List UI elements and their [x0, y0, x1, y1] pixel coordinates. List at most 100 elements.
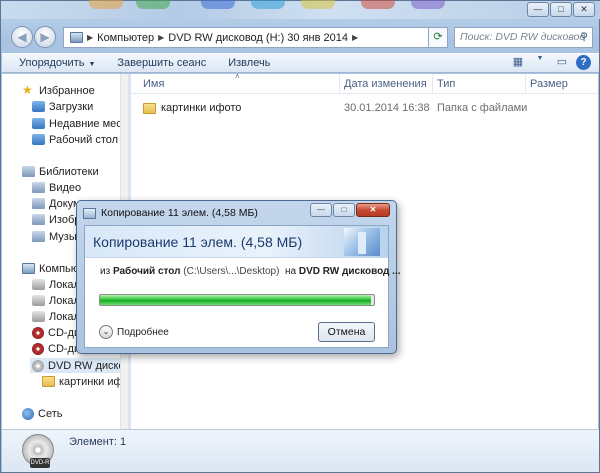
file-name-cell: картинки ифото	[143, 102, 241, 114]
breadcrumb-dvd[interactable]: DVD RW дисковод (H:) 30 янв 2014	[168, 32, 348, 44]
more-details-toggle[interactable]: ⌄ Подробнее	[99, 325, 169, 339]
sidebar-item-subfolder[interactable]: картинки ифото	[42, 374, 128, 389]
explorer-window: — □ ✕ ◀ ▶ ▶ Компьютер ▶ DVD RW дисковод …	[0, 0, 600, 473]
sidebar-item-music[interactable]: Музык	[32, 229, 82, 244]
folder-icon	[143, 102, 156, 114]
refresh-button[interactable]: ⟳	[428, 27, 448, 48]
sidebar-item-label: картинки ифото	[59, 375, 128, 388]
file-type: Папка с файлами	[437, 102, 528, 114]
sidebar-item-computer[interactable]: Компьют	[22, 261, 84, 276]
video-icon	[32, 182, 45, 193]
help-icon[interactable]: ?	[576, 55, 591, 70]
sidebar-item-libraries[interactable]: Библиотеки	[22, 164, 99, 179]
column-size[interactable]: Размер	[530, 78, 568, 90]
sidebar-item-documents[interactable]: Докум	[32, 196, 81, 211]
column-divider[interactable]	[432, 74, 433, 94]
column-name[interactable]: Имя	[143, 78, 164, 90]
forward-button[interactable]: ▶	[34, 26, 56, 48]
progress-fill	[100, 295, 372, 305]
dialog-heading: Копирование 11 элем. (4,58 МБ)	[93, 234, 303, 250]
navigation-row: ◀ ▶ ▶ Компьютер ▶ DVD RW дисковод (H:) 3…	[9, 25, 593, 62]
hard-disk-icon	[32, 295, 45, 306]
sidebar-item-recent[interactable]: Недавние места	[32, 116, 128, 131]
copy-icon	[83, 207, 96, 219]
sidebar-item-favorites[interactable]: ★ Избранное	[22, 83, 95, 98]
cd-drive-icon	[32, 342, 44, 355]
search-icon: ⚲	[580, 31, 588, 43]
sidebar-item-local-disk[interactable]: Локал	[32, 277, 80, 292]
back-button[interactable]: ◀	[11, 26, 33, 48]
desktop-icon	[32, 134, 45, 145]
cancel-button[interactable]: Отмена	[318, 322, 375, 342]
minimize-button[interactable]: —	[527, 2, 549, 17]
sidebar-item-cd-drive[interactable]: CD-ди	[32, 325, 80, 340]
sidebar-item-network[interactable]: Сеть	[22, 406, 62, 421]
more-details-label: Подробнее	[117, 326, 169, 338]
sort-arrow-icon: ˄	[235, 72, 240, 81]
sidebar-item-local-disk[interactable]: Локал	[32, 293, 80, 308]
decorative-light-icon	[358, 232, 366, 254]
sidebar-item-dvd-drive[interactable]: DVD RW дисковод	[30, 358, 128, 373]
column-headers: Имя ˄ Дата изменения Тип Размер	[131, 72, 598, 94]
breadcrumb-separator: ▶	[87, 33, 94, 42]
title-bar: — □ ✕	[1, 0, 600, 19]
hard-disk-icon	[32, 311, 45, 322]
sidebar-item-label: Видео	[49, 181, 82, 194]
to-word: на	[285, 266, 297, 277]
dialog-title-bar: Копирование 11 элем. (4,58 МБ)	[83, 207, 258, 219]
computer-icon	[22, 263, 35, 274]
sidebar-item-local-disk[interactable]: Локал	[32, 309, 80, 324]
column-divider[interactable]	[525, 74, 526, 94]
details-pane: DVD-R Элемент: 1	[2, 429, 599, 472]
computer-small-icon	[70, 32, 83, 43]
downloads-icon	[32, 101, 45, 112]
preview-pane-icon[interactable]: ▭	[554, 55, 570, 70]
star-icon: ★	[22, 83, 33, 97]
music-icon	[32, 231, 45, 242]
table-row[interactable]: картинки ифото 30.01.2014 16:38 Папка с …	[131, 100, 598, 117]
sidebar-item-desktop[interactable]: Рабочий стол	[32, 132, 118, 147]
recent-places-icon	[32, 118, 45, 129]
hard-disk-icon	[32, 279, 45, 290]
sidebar-item-video[interactable]: Видео	[32, 180, 81, 195]
search-input[interactable]: Поиск: DVD RW дисковод ... ⚲	[454, 27, 593, 62]
copy-source-destination: из Рабочий стол (C:\Users\...\Desktop) н…	[100, 266, 401, 277]
dialog-close-button[interactable]: ✕	[356, 203, 390, 217]
column-divider[interactable]	[339, 74, 340, 94]
from-word: из	[100, 266, 111, 277]
dialog-maximize-button[interactable]: □	[333, 203, 355, 217]
folder-icon	[42, 376, 55, 387]
maximize-button[interactable]: □	[550, 2, 572, 17]
cd-drive-icon	[32, 326, 44, 339]
view-options-icon[interactable]: ▦	[510, 55, 526, 70]
sidebar-item-label: Библиотеки	[39, 165, 99, 178]
organize-button[interactable]: Упорядочить ▼	[19, 57, 95, 69]
images-icon	[32, 214, 45, 225]
chevron-down-icon[interactable]: ▼	[532, 55, 548, 70]
to-name[interactable]: DVD RW дисковод ...	[299, 266, 401, 277]
sidebar-item-images[interactable]: Изобр	[32, 212, 80, 227]
item-count: Элемент: 1	[69, 436, 127, 448]
sidebar-item-cd-drive[interactable]: CD-ди	[32, 341, 80, 356]
sidebar-item-label: Недавние места	[49, 117, 128, 130]
close-button[interactable]: ✕	[573, 2, 595, 17]
documents-icon	[32, 198, 45, 209]
burn-session-button[interactable]: Завершить сеанс	[117, 57, 206, 69]
sidebar-item-downloads[interactable]: Загрузки	[32, 99, 93, 114]
breadcrumb-computer[interactable]: Компьютер	[97, 32, 154, 44]
from-name[interactable]: Рабочий стол	[113, 266, 181, 277]
sidebar-item-label: DVD RW дисковод	[48, 359, 128, 372]
column-date[interactable]: Дата изменения	[344, 78, 427, 90]
from-path: (C:\Users\...\Desktop)	[183, 266, 280, 277]
dialog-body: Копирование 11 элем. (4,58 МБ) из Рабочи…	[84, 225, 401, 348]
dialog-minimize-button[interactable]: —	[310, 203, 332, 217]
breadcrumb[interactable]: ▶ Компьютер ▶ DVD RW дисковод (H:) 30 ян…	[63, 27, 443, 48]
copy-dialog: Копирование 11 элем. (4,58 МБ) — □ ✕ Коп…	[76, 200, 401, 354]
network-icon	[22, 407, 34, 420]
sidebar-item-label: Сеть	[38, 407, 63, 420]
breadcrumb-separator: ▶	[351, 33, 359, 42]
copy-progress-bar	[99, 294, 375, 306]
eject-button[interactable]: Извлечь	[228, 57, 270, 69]
column-type[interactable]: Тип	[437, 78, 455, 90]
file-name: картинки ифото	[161, 102, 242, 114]
